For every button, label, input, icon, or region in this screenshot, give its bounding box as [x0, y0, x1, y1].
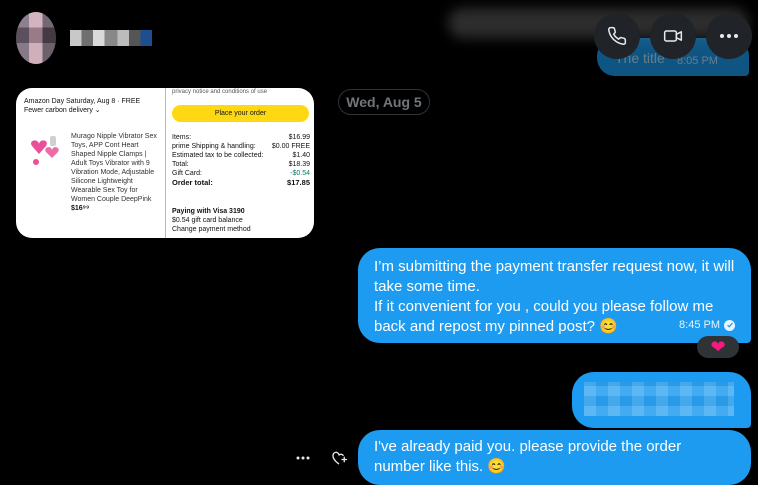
message-meta: 8:45 PM	[679, 315, 735, 335]
message-bubble[interactable]: I’m submitting the payment transfer requ…	[358, 248, 751, 343]
message-more-button[interactable]	[294, 449, 312, 467]
read-check-icon	[724, 319, 735, 331]
date-separator: Wed, Aug 5	[338, 89, 430, 115]
summary-row: Items: $16.99	[172, 134, 310, 141]
message-text: I've already paid you. please provide th…	[374, 438, 682, 475]
summary-row: Total: $18.39	[172, 161, 310, 168]
add-reaction-button[interactable]	[329, 448, 349, 468]
contact-avatar[interactable]	[16, 12, 56, 64]
redacted-content	[584, 382, 734, 416]
video-icon	[663, 30, 683, 42]
video-call-button[interactable]	[650, 13, 696, 59]
message-time: 8:05 PM	[677, 55, 718, 67]
order-total-row: Order total: $17.85	[172, 178, 310, 187]
voice-call-button[interactable]	[594, 13, 640, 59]
order-summary: Items: $16.99 prime Shipping & handling: $…	[172, 133, 310, 187]
message-line: I’m submitting the payment transfer requ…	[374, 258, 735, 295]
summary-row: Estimated tax to be collected: $1.40	[172, 152, 310, 159]
order-screenshot-image[interactable]: Amazon Day Saturday, Aug 8 · FREE Fewer …	[16, 88, 314, 238]
summary-row: Gift Card: -$0.54	[172, 170, 310, 177]
heart-icon: ❤	[710, 337, 726, 357]
heart-reaction[interactable]: ❤	[697, 336, 739, 358]
place-order-button: Place your order	[172, 105, 309, 122]
more-icon	[296, 456, 310, 460]
terms-link: privacy notice and conditions of use	[172, 89, 268, 95]
product-price: $16⁹⁹	[71, 205, 90, 212]
delivery-info: Amazon Day Saturday, Aug 8 · FREE Fewer …	[24, 97, 162, 115]
summary-row: prime Shipping & handling: $0.00 FREE	[172, 143, 310, 150]
more-options-button[interactable]	[706, 13, 752, 59]
contact-name-redacted[interactable]	[70, 30, 152, 46]
heart-plus-icon	[332, 451, 348, 465]
payment-info: Paying with Visa 3190 $0.54 gift card ba…	[172, 208, 251, 233]
more-icon	[720, 34, 738, 38]
product-title: Murago Nipple Vibrator Sex Toys, APP Con…	[71, 132, 161, 213]
product-thumbnail	[24, 132, 66, 172]
phone-icon	[608, 26, 627, 45]
delivery-sub: Fewer carbon delivery ⌄	[24, 107, 101, 114]
message-bubble-redacted[interactable]	[572, 372, 751, 428]
delivery-line: Amazon Day Saturday, Aug 8 · FREE	[24, 98, 141, 105]
message-bubble[interactable]: I've already paid you. please provide th…	[358, 430, 751, 485]
message-time: 8:45 PM	[679, 319, 720, 331]
